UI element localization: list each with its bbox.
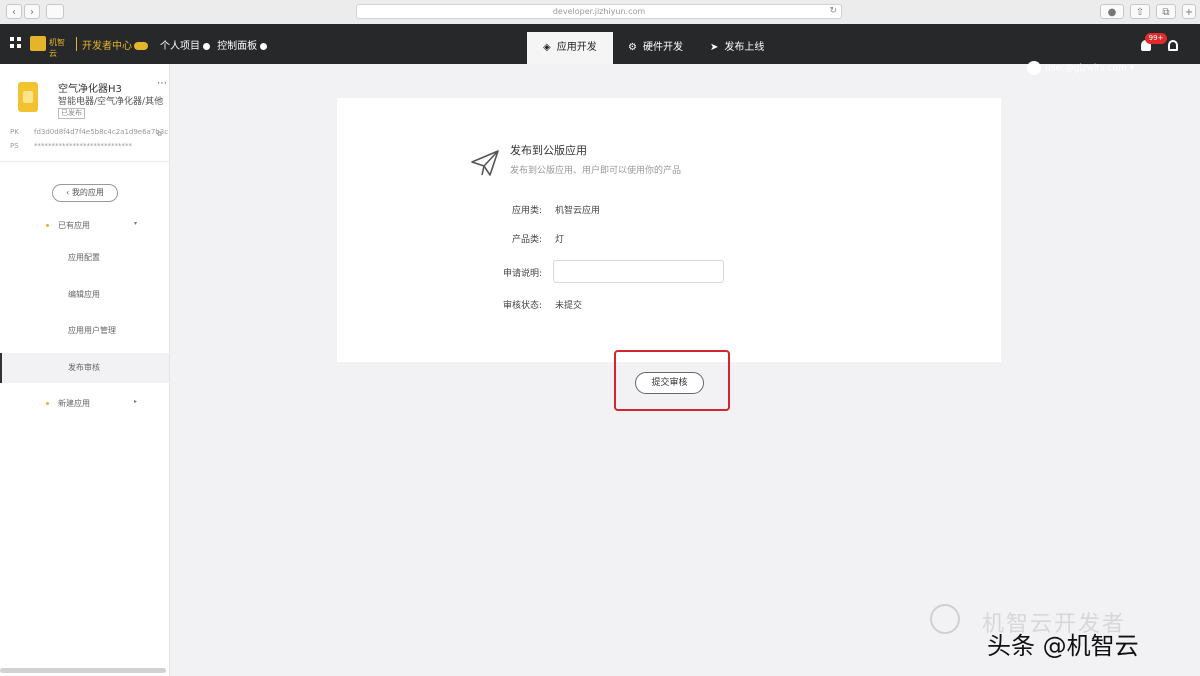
sidebar-item-edit-app[interactable]: 编辑应用 — [0, 280, 169, 310]
sidebar-item-app-users[interactable]: 应用用户管理 — [0, 316, 169, 346]
group-label: 已有应用 — [58, 221, 90, 230]
divider — [0, 161, 169, 162]
tab-app-dev[interactable]: ◈ 应用开发 — [527, 32, 613, 64]
user-menu[interactable]: user@gizwits.com ▾ — [1027, 61, 1134, 75]
product-category: 智能电器/空气净化器/其他 — [58, 97, 164, 107]
tab-label: 应用开发 — [556, 42, 597, 53]
product-thumbnail — [18, 82, 38, 112]
sidebar-item-publish-review[interactable]: 发布审核 — [0, 353, 169, 383]
project-links: 个人项目 控制面板 — [160, 37, 271, 52]
logo-mark-icon — [30, 36, 46, 51]
review-status-value: 未提交 — [555, 301, 583, 311]
apply-note-input[interactable] — [553, 260, 724, 283]
meta-key: PS — [10, 142, 19, 150]
tab-release[interactable]: ➤ 发布上线 — [710, 32, 764, 64]
product-type-label: 产品类: — [511, 235, 542, 245]
tab-label: 硬件开发 — [642, 42, 683, 53]
bullet-icon — [46, 402, 49, 405]
back-button[interactable]: ‹ — [6, 4, 22, 19]
divider — [76, 37, 77, 51]
horizontal-scrollbar[interactable] — [0, 668, 166, 673]
logo-text: 机智云 — [49, 38, 65, 58]
tab-label: 发布上线 — [724, 42, 765, 53]
sidebar-item-app-config[interactable]: 应用配置 — [0, 243, 169, 273]
apps-grid-icon[interactable] — [10, 37, 21, 48]
wechat-logo-icon — [930, 604, 960, 634]
dev-center-text: 开发者中心 — [82, 41, 132, 52]
meta-value: **************************** — [34, 142, 132, 150]
forward-button[interactable]: › — [24, 4, 40, 19]
url-text: developer.jizhiyun.com — [552, 7, 646, 16]
diamond-icon: ◈ — [543, 42, 551, 53]
publish-card — [337, 98, 1001, 362]
product-key-row: PK fd3d0d8f4d7f4e5b8c4c2a1d9e6a7b3c — [10, 128, 168, 136]
browser-toolbar: ‹ › developer.jizhiyun.com ↻ ● ⇧ ⧉ + — [0, 0, 1200, 25]
chevron-down-icon[interactable] — [260, 42, 268, 50]
chip-icon: ⚙ — [628, 42, 637, 53]
notification-badge: 99+ — [1145, 33, 1167, 44]
chevron-down-icon[interactable] — [203, 42, 210, 50]
beta-pill-icon — [134, 42, 148, 50]
product-type-value: 灯 — [555, 235, 565, 245]
chevron-right-icon: ▸ — [133, 398, 137, 405]
sidebar-group-new[interactable]: 新建应用 ▸ — [46, 398, 146, 409]
address-bar[interactable]: developer.jizhiyun.com ↻ — [356, 4, 842, 19]
sidebar: 空气净化器H3 ⋯ 智能电器/空气净化器/其他 已发布 PK fd3d0d8f4d… — [0, 64, 170, 676]
meta-key: PK — [10, 128, 19, 136]
watermark-source: 头条 @机智云 — [987, 632, 1139, 660]
headset-icon[interactable] — [1168, 40, 1178, 51]
page-title: 发布到公版应用 — [510, 144, 587, 157]
tab-hardware-dev[interactable]: ⚙ 硬件开发 — [628, 32, 683, 64]
send-icon: ➤ — [710, 42, 719, 53]
review-status-label: 审核状态: — [502, 301, 542, 311]
meta-value: fd3d0d8f4d7f4e5b8c4c2a1d9e6a7b3c — [34, 128, 169, 136]
back-to-apps-button[interactable]: ‹ 我的应用 — [52, 184, 118, 202]
submit-review-button[interactable]: 提交审核 — [635, 372, 704, 394]
status-badge: 已发布 — [58, 108, 85, 119]
dev-center-label[interactable]: 开发者中心 — [82, 37, 148, 52]
console-link[interactable]: 控制面板 — [217, 41, 257, 52]
avatar — [1027, 61, 1041, 75]
share-icon[interactable]: ⇧ — [1130, 4, 1150, 19]
product-name: 空气净化器H3 — [58, 84, 122, 95]
chevron-down-icon: ▾ — [133, 220, 137, 227]
tabs-icon[interactable]: ⧉ — [1156, 4, 1176, 19]
new-tab-button[interactable]: + — [1182, 4, 1196, 19]
app-type-label: 应用类: — [511, 206, 542, 216]
product-secret-row: PS **************************** — [10, 142, 132, 150]
brand-logo[interactable]: 机智云 — [30, 35, 72, 58]
paper-plane-icon — [471, 150, 499, 176]
reload-icon[interactable]: ↻ — [829, 5, 837, 18]
group-label: 新建应用 — [58, 399, 90, 408]
apply-note-label: 申请说明: — [502, 269, 542, 279]
copy-icon[interactable]: ⧉ — [157, 130, 162, 139]
personal-project-link[interactable]: 个人项目 — [160, 41, 200, 52]
app-type-value: 机智云应用 — [555, 206, 601, 216]
more-icon[interactable]: ⋯ — [157, 78, 167, 89]
extensions-icon[interactable]: ● — [1100, 4, 1124, 19]
bullet-icon — [46, 224, 49, 227]
user-email: user@gizwits.com — [1045, 63, 1127, 74]
page-subtitle: 发布到公版应用、用户即可以使用你的产品 — [510, 166, 682, 176]
sidebar-group-existing[interactable]: 已有应用 ▾ — [46, 220, 146, 231]
sidebar-toggle-icon[interactable] — [46, 4, 64, 19]
chevron-down-icon: ▾ — [1129, 63, 1135, 74]
